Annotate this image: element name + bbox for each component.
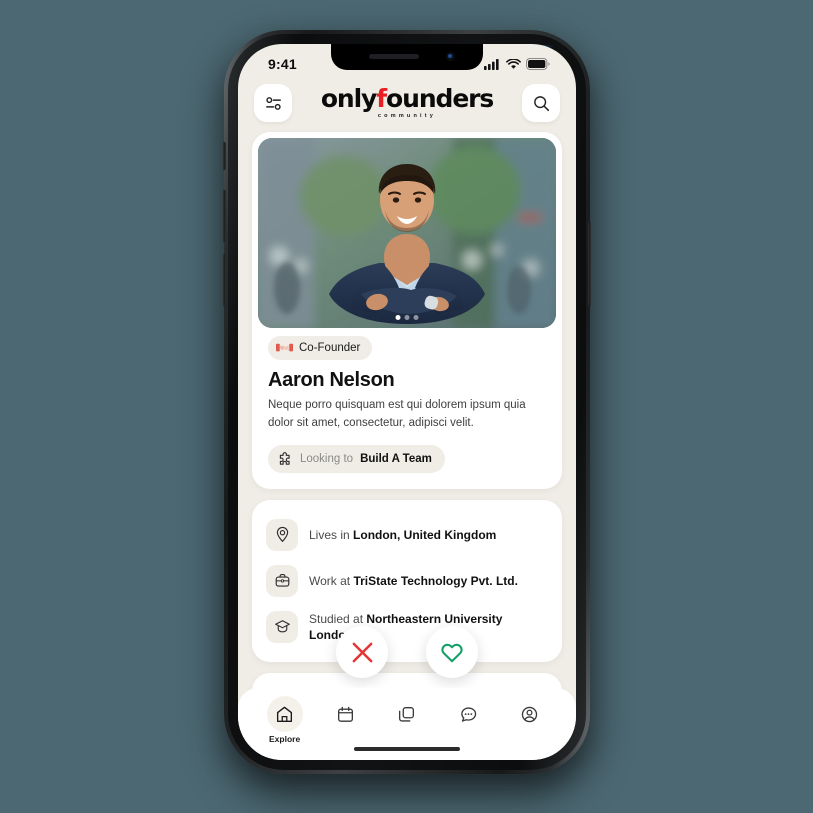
battery-icon (526, 58, 550, 70)
carousel-dot-1[interactable] (395, 315, 401, 320)
nav-calendar-circle (328, 696, 364, 732)
nav-item-profile[interactable] (503, 696, 555, 732)
logo-wordmark: onlyfounders (320, 84, 494, 114)
location-pin-icon (276, 527, 288, 543)
main-content: Co-Founder Aaron Nelson Neque porro quis… (238, 132, 576, 758)
close-x-icon (352, 642, 372, 662)
logo-tagline: community (377, 113, 437, 120)
logo-text-ounders: ounders (386, 84, 494, 114)
profile-details: Co-Founder Aaron Nelson Neque porro quis… (252, 334, 562, 489)
reject-button[interactable] (336, 626, 388, 678)
location-pin-icon-wrapper (266, 518, 298, 551)
info-row-education: Studied at Northeastern University Londo… (266, 604, 548, 650)
role-badge: Co-Founder (268, 336, 373, 360)
logo-text-f: f (376, 84, 387, 114)
info-location-prefix: Lives in (309, 527, 354, 542)
cards-stack-icon (399, 706, 415, 722)
user-profile-icon (521, 706, 538, 722)
volume-up-button[interactable] (222, 190, 226, 242)
status-bar-indicators (484, 58, 550, 70)
status-bar: 9:41 (238, 44, 576, 78)
filter-sliders-icon (265, 96, 281, 110)
phone-screen: 9:41 onlyfounders community Co-Founder A… (238, 44, 576, 760)
mute-switch[interactable] (222, 142, 226, 170)
status-bar-time: 9:41 (268, 56, 297, 72)
carousel-dot-3[interactable] (413, 315, 419, 320)
profile-bio: Neque porro quisquam est qui dolorem ips… (268, 399, 526, 429)
like-button[interactable] (426, 626, 478, 678)
filter-button[interactable] (254, 84, 292, 122)
profile-photo[interactable] (258, 138, 556, 328)
briefcase-icon (275, 574, 289, 587)
screenshot-stage: 9:41 onlyfounders community Co-Founder A… (0, 0, 813, 813)
info-work-value: TriState Technology Pvt. Ltd. (353, 573, 518, 588)
power-button[interactable] (588, 222, 592, 306)
carousel-dot-2[interactable] (404, 315, 410, 320)
nav-explore-circle (266, 696, 303, 732)
nav-cards-circle (389, 696, 425, 732)
photo-carousel-dots[interactable] (395, 315, 419, 320)
heart-icon (441, 643, 463, 663)
chat-bubble-icon (460, 706, 476, 722)
briefcase-icon-wrapper (266, 564, 298, 597)
info-work-prefix: Work at (309, 573, 354, 588)
handshake-icon (276, 343, 293, 352)
looking-for-chip: Looking to Build A Team (268, 444, 445, 473)
info-row-work: Work at TriState Technology Pvt. Ltd. (266, 558, 548, 604)
nav-item-explore[interactable]: Explore (259, 696, 311, 744)
home-indicator[interactable] (354, 747, 460, 751)
calendar-icon (338, 706, 354, 722)
home-icon (277, 706, 293, 722)
graduation-cap-icon-wrapper (266, 610, 298, 643)
profile-photo-wrapper (252, 132, 562, 334)
search-button[interactable] (522, 84, 560, 122)
profile-photo-image (258, 138, 556, 328)
info-education-prefix: Studied at (309, 611, 367, 626)
puzzle-piece-icon (279, 451, 290, 465)
info-row-location: Lives in London, United Kingdom (266, 512, 548, 558)
looking-for-prefix: Looking to (300, 452, 354, 465)
nav-item-cards[interactable] (381, 696, 433, 732)
profile-card: Co-Founder Aaron Nelson Neque porro quis… (252, 132, 562, 489)
info-location-value: London, United Kingdom (353, 527, 497, 542)
app-header: onlyfounders community (238, 78, 576, 132)
info-card: Lives in London, United Kingdom Work at … (252, 499, 562, 662)
looking-for-value: Build A Team (360, 452, 432, 465)
wifi-icon (506, 58, 521, 69)
role-badge-label: Co-Founder (299, 342, 361, 354)
cellular-signal-icon (484, 58, 499, 70)
nav-explore-label: Explore (269, 734, 301, 744)
profile-name: Aaron Nelson (268, 369, 395, 391)
graduation-cap-icon (274, 620, 290, 633)
info-row-location-text: Lives in London, United Kingdom (309, 527, 496, 543)
nav-chat-circle (450, 696, 486, 732)
nav-item-chat[interactable] (442, 696, 494, 732)
app-logo: onlyfounders community (320, 84, 494, 120)
logo-text-only: only (320, 84, 378, 114)
volume-down-button[interactable] (222, 254, 226, 306)
search-icon (533, 95, 549, 111)
nav-item-calendar[interactable] (320, 696, 372, 732)
nav-profile-circle (511, 696, 547, 732)
info-row-work-text: Work at TriState Technology Pvt. Ltd. (309, 573, 518, 589)
